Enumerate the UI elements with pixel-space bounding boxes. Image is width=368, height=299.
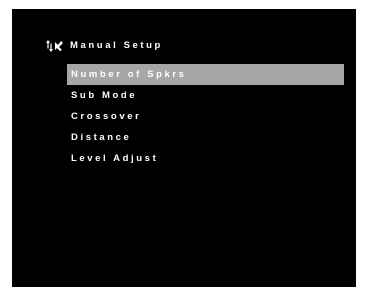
menu-item-crossover[interactable]: Crossover	[67, 106, 344, 127]
menu-item-distance[interactable]: Distance	[67, 127, 344, 148]
menu-item-number-of-spkrs[interactable]: Number of Spkrs	[67, 64, 344, 85]
osd-screen: Manual Setup Number of Spkrs Sub Mode Cr…	[12, 9, 356, 287]
menu-title: Manual Setup	[70, 40, 163, 51]
menu-item-sub-mode[interactable]: Sub Mode	[67, 85, 344, 106]
speaker-setup-icon	[46, 39, 64, 53]
setup-menu: Number of Spkrs Sub Mode Crossover Dista…	[67, 64, 344, 169]
menu-item-level-adjust[interactable]: Level Adjust	[67, 148, 344, 169]
menu-header: Manual Setup	[46, 38, 163, 54]
